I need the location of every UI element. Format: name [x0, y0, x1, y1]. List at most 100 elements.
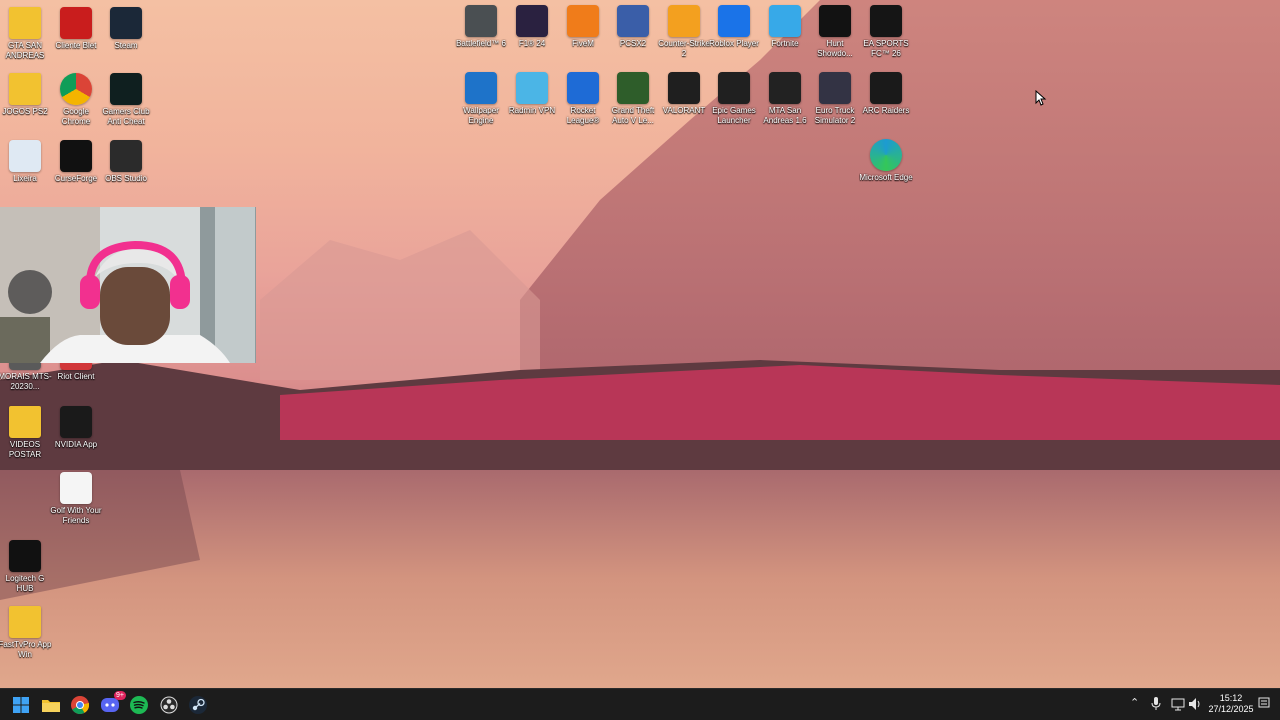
desktop-icon[interactable]: PCSX2 — [606, 5, 660, 49]
desktop-icon-label: Rocket League® — [566, 106, 600, 125]
start-button[interactable] — [10, 694, 32, 716]
desktop-icon-label: Logitech G HUB — [5, 574, 45, 593]
taskbar-spotify[interactable] — [128, 694, 150, 716]
desktop-icon[interactable]: Counter-Strike 2 — [657, 5, 711, 59]
taskbar-obs[interactable] — [158, 694, 180, 716]
desktop-icon-label: VIDEOS POSTAR — [8, 440, 42, 459]
fivem-icon — [567, 5, 599, 37]
desktop-icon[interactable]: CurseForge — [49, 140, 103, 184]
desktop-icon[interactable]: Rocket League® — [556, 72, 610, 126]
logitech-icon — [9, 540, 41, 572]
folder-icon — [9, 73, 41, 105]
desktop-icon[interactable]: Steam — [99, 7, 153, 51]
curseforge-icon — [60, 140, 92, 172]
desktop-icon[interactable]: Grand Theft Auto V Le... — [606, 72, 660, 126]
discord-notification-badge: 9+ — [114, 691, 126, 700]
desktop-icon-label: Battlefield™ 6 — [456, 39, 506, 48]
desktop-icon[interactable]: Gamers Club Anti Cheat — [99, 73, 153, 127]
app-icon — [60, 7, 92, 39]
desktop-icon[interactable]: Golf With Your Friends — [49, 472, 103, 526]
desktop-icon-label: Hunt Showdo... — [817, 39, 853, 58]
taskbar: 9+ ⌃ 15:12 27/12/2025 — [0, 688, 1280, 720]
obs-icon — [160, 696, 178, 714]
desktop-icon[interactable]: NVIDIA App — [49, 406, 103, 450]
desktop-icon[interactable]: Roblox Player — [707, 5, 761, 49]
desktop-icon-label: Fortnite — [771, 39, 799, 48]
network-icon[interactable] — [1171, 697, 1185, 711]
desktop-icon-label: F1® 24 — [518, 39, 546, 48]
desktop-icon-label: PCSX2 — [619, 39, 647, 48]
desktop-icon-label: NVIDIA App — [54, 440, 98, 449]
obs-icon — [110, 140, 142, 172]
wallpaper-engine-icon — [465, 72, 497, 104]
valorant-icon — [668, 72, 700, 104]
cs2-icon — [668, 5, 700, 37]
taskbar-file-explorer[interactable] — [40, 694, 62, 716]
notification-icon[interactable] — [1258, 697, 1270, 709]
chevron-up-icon[interactable]: ⌃ — [1130, 696, 1139, 709]
desktop-icon[interactable]: Radmin VPN — [505, 72, 559, 116]
desktop-icon[interactable]: OBS Studio — [99, 140, 153, 184]
desktop-icon-label: Grand Theft Auto V Le... — [611, 106, 655, 125]
desktop-icon-label: EA SPORTS FC™ 26 — [863, 39, 909, 58]
desktop-icon-label: Google Chrome — [61, 107, 91, 126]
desktop-icon[interactable]: ARC Raiders — [859, 72, 913, 116]
desktop-icon[interactable]: EA SPORTS FC™ 26 — [859, 5, 913, 59]
desktop-icon[interactable]: Google Chrome — [49, 73, 103, 127]
desktop-icon[interactable]: FastTvPro App Win — [0, 606, 52, 660]
mta-icon — [769, 72, 801, 104]
game-icon — [465, 5, 497, 37]
epic-icon — [718, 72, 750, 104]
desktop-icon[interactable]: Cliente Blet — [49, 7, 103, 51]
desktop-icon-label: Epic Games Launcher — [712, 106, 756, 125]
desktop-icon-label: Counter-Strike 2 — [658, 39, 710, 58]
gta-icon — [617, 72, 649, 104]
desktop-icon[interactable]: GTA SAN ANDREAS — [0, 7, 52, 61]
desktop-icon-label: GTA SAN ANDREAS — [5, 41, 45, 60]
taskbar-steam[interactable] — [187, 694, 209, 716]
desktop-icon-label: CurseForge — [54, 174, 98, 183]
desktop-icon[interactable]: JOGOS PS2 — [0, 73, 52, 117]
desktop-icon-label: Microsoft Edge — [859, 173, 913, 182]
desktop-icon[interactable]: Lixeira — [0, 140, 52, 184]
chrome-icon — [71, 696, 89, 714]
clock-time: 15:12 — [1219, 693, 1243, 703]
desktop-icon-label: Cliente Blet — [55, 41, 97, 50]
truck-icon — [819, 72, 851, 104]
volume-icon[interactable] — [1188, 697, 1202, 711]
edge-icon — [870, 139, 902, 171]
desktop-icon[interactable]: VALORANT — [657, 72, 711, 116]
microphone-icon[interactable] — [1151, 697, 1161, 711]
desktop-icon[interactable]: FiveM — [556, 5, 610, 49]
desktop-icon[interactable]: Fortnite — [758, 5, 812, 49]
desktop-icon-label: Golf With Your Friends — [50, 506, 102, 525]
desktop-icon[interactable]: Wallpaper Engine — [454, 72, 508, 126]
desktop-icon[interactable]: Battlefield™ 6 — [454, 5, 508, 49]
desktop-icon-label: VALORANT — [662, 106, 706, 115]
desktop-icon[interactable]: MTA San Andreas 1.6 — [758, 72, 812, 126]
desktop-icon-label: JOGOS PS2 — [2, 107, 48, 116]
clock-date: 27/12/2025 — [1208, 704, 1254, 714]
vpn-icon — [516, 72, 548, 104]
desktop-icon[interactable]: Logitech G HUB — [0, 540, 52, 594]
golf-icon — [60, 472, 92, 504]
clock[interactable]: 15:12 27/12/2025 — [1206, 693, 1256, 715]
desktop-icon[interactable]: VIDEOS POSTAR — [0, 406, 52, 460]
desktop-icon[interactable]: Epic Games Launcher — [707, 72, 761, 126]
desktop-icon[interactable]: Microsoft Edge — [859, 139, 913, 183]
arc-icon — [870, 72, 902, 104]
desktop-icon[interactable]: Hunt Showdo... — [808, 5, 862, 59]
fortnite-icon — [769, 5, 801, 37]
webcam-overlay — [0, 207, 256, 363]
game-icon — [516, 5, 548, 37]
desktop-icon-label: FiveM — [572, 39, 594, 48]
desktop-icon[interactable]: Euro Truck Simulator 2 — [808, 72, 862, 126]
taskbar-chrome[interactable] — [69, 694, 91, 716]
desktop-icon-label: Euro Truck Simulator 2 — [814, 106, 856, 125]
desktop-icon-label: Gamers Club Anti Cheat — [102, 107, 150, 126]
taskbar-discord[interactable]: 9+ — [99, 691, 126, 716]
desktop-icon-label: Wallpaper Engine — [463, 106, 499, 125]
desktop-icon[interactable]: F1® 24 — [505, 5, 559, 49]
folder-icon — [9, 406, 41, 438]
desktop-icon-label: FastTvPro App Win — [0, 640, 52, 659]
